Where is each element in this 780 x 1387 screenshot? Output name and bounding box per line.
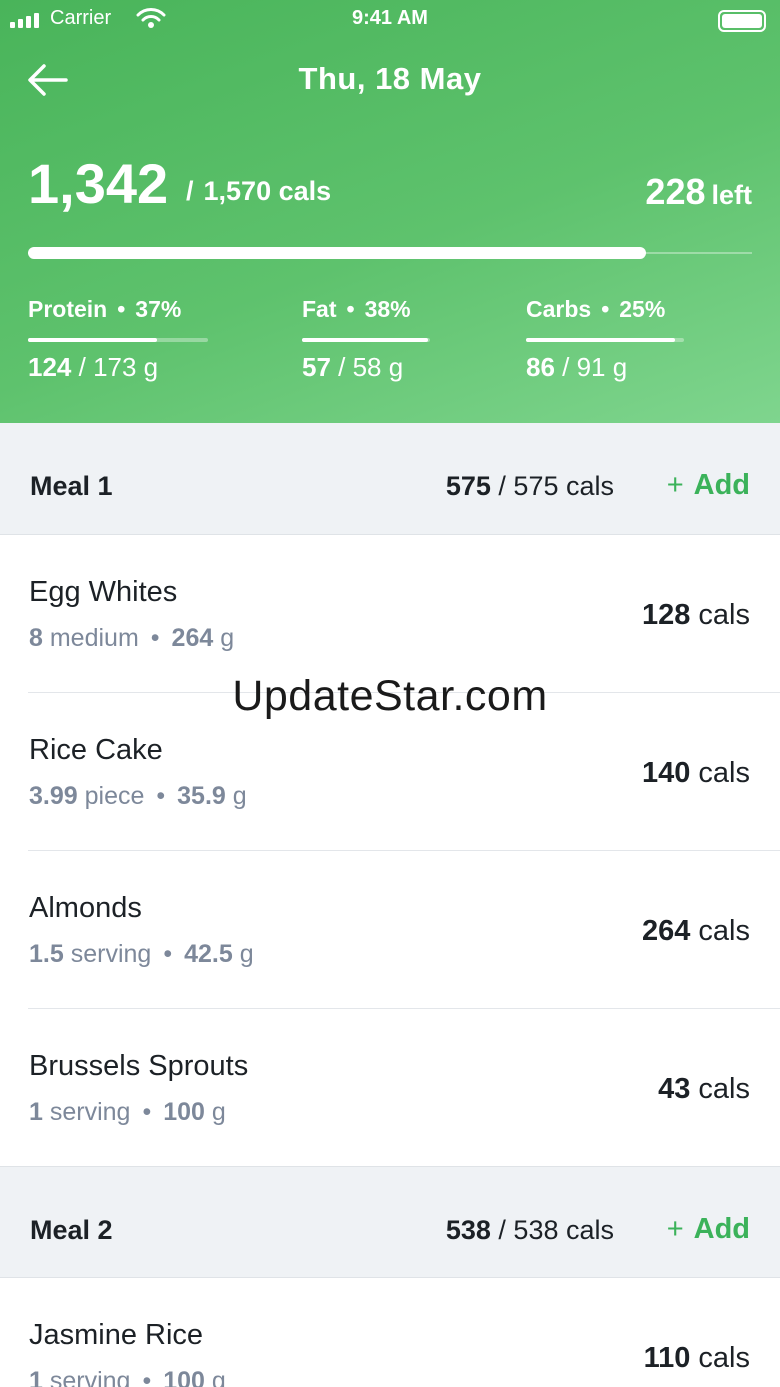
food-serving: 1.5 serving • 42.5 g: [29, 940, 254, 968]
status-bar: Carrier 9:41 AM: [0, 6, 780, 34]
food-name: Egg Whites: [29, 576, 178, 608]
food-serving: 3.99 piece • 35.9 g: [29, 782, 247, 810]
calories-goal: /1,570 cals: [186, 176, 332, 206]
fat-progress-bar: [302, 338, 428, 342]
meal-title: Meal 2: [30, 1215, 113, 1245]
add-food-button[interactable]: + Add: [667, 1213, 750, 1246]
food-item[interactable]: Egg Whites 8 medium • 264 g 128 cals: [0, 535, 780, 693]
food-calories: 43 cals: [658, 1073, 750, 1105]
food-name: Brussels Sprouts: [29, 1050, 249, 1082]
meal-calories: 575 / 575 cals: [445, 471, 614, 501]
food-serving: 1 serving • 100 g: [29, 1098, 226, 1126]
battery-icon: [718, 10, 766, 32]
food-item[interactable]: Brussels Sprouts 1 serving • 100 g 43 cals: [0, 1009, 780, 1167]
macro-carbs: Carbs • 25% 86 / 91 g: [526, 296, 684, 391]
food-calories: 110 cals: [643, 1342, 750, 1374]
food-name: Almonds: [29, 892, 142, 924]
protein-progress-bar: [28, 338, 158, 342]
plus-icon: +: [666, 1213, 684, 1245]
food-calories: 140 cals: [641, 757, 750, 789]
food-item[interactable]: Almonds 1.5 serving • 42.5 g 264 cals: [0, 851, 780, 1009]
food-calories: 128 cals: [641, 599, 750, 631]
calorie-summary: 1,342 /1,570 cals 228 left: [28, 152, 752, 222]
carbs-progress-bar: [526, 338, 676, 342]
status-time: 9:41 AM: [352, 7, 428, 29]
meal-calories: 538 / 538 cals: [445, 1215, 614, 1245]
page-title-date: Thu, 18 May: [298, 61, 482, 96]
food-name: Jasmine Rice: [29, 1319, 204, 1351]
calories-left: 228 left: [645, 171, 752, 212]
food-serving: 1 serving • 100 g: [29, 1367, 226, 1387]
calorie-progress-bar: [28, 247, 752, 259]
calories-eaten: 1,342: [28, 152, 169, 215]
plus-icon: +: [666, 469, 684, 501]
meal-section-header: Meal 2 538 / 538 cals + Add: [0, 1166, 780, 1278]
meal-section-header: Meal 1 575 / 575 cals + Add: [0, 423, 780, 535]
macro-fat: Fat • 38% 57 / 58 g: [302, 296, 430, 391]
food-item[interactable]: Jasmine Rice 1 serving • 100 g 110 cals: [0, 1278, 780, 1387]
food-calories: 264 cals: [641, 915, 750, 947]
add-food-button[interactable]: + Add: [667, 469, 750, 502]
food-name: Rice Cake: [29, 734, 163, 766]
meal-title: Meal 1: [30, 471, 113, 501]
watermark-text: UpdateStar.com: [232, 672, 548, 720]
macro-protein: Protein • 37% 124 / 173 g: [28, 296, 208, 391]
summary-header: Carrier 9:41 AM Thu, 18 May 1,342 /1,570…: [0, 0, 780, 423]
food-serving: 8 medium • 264 g: [29, 624, 235, 652]
